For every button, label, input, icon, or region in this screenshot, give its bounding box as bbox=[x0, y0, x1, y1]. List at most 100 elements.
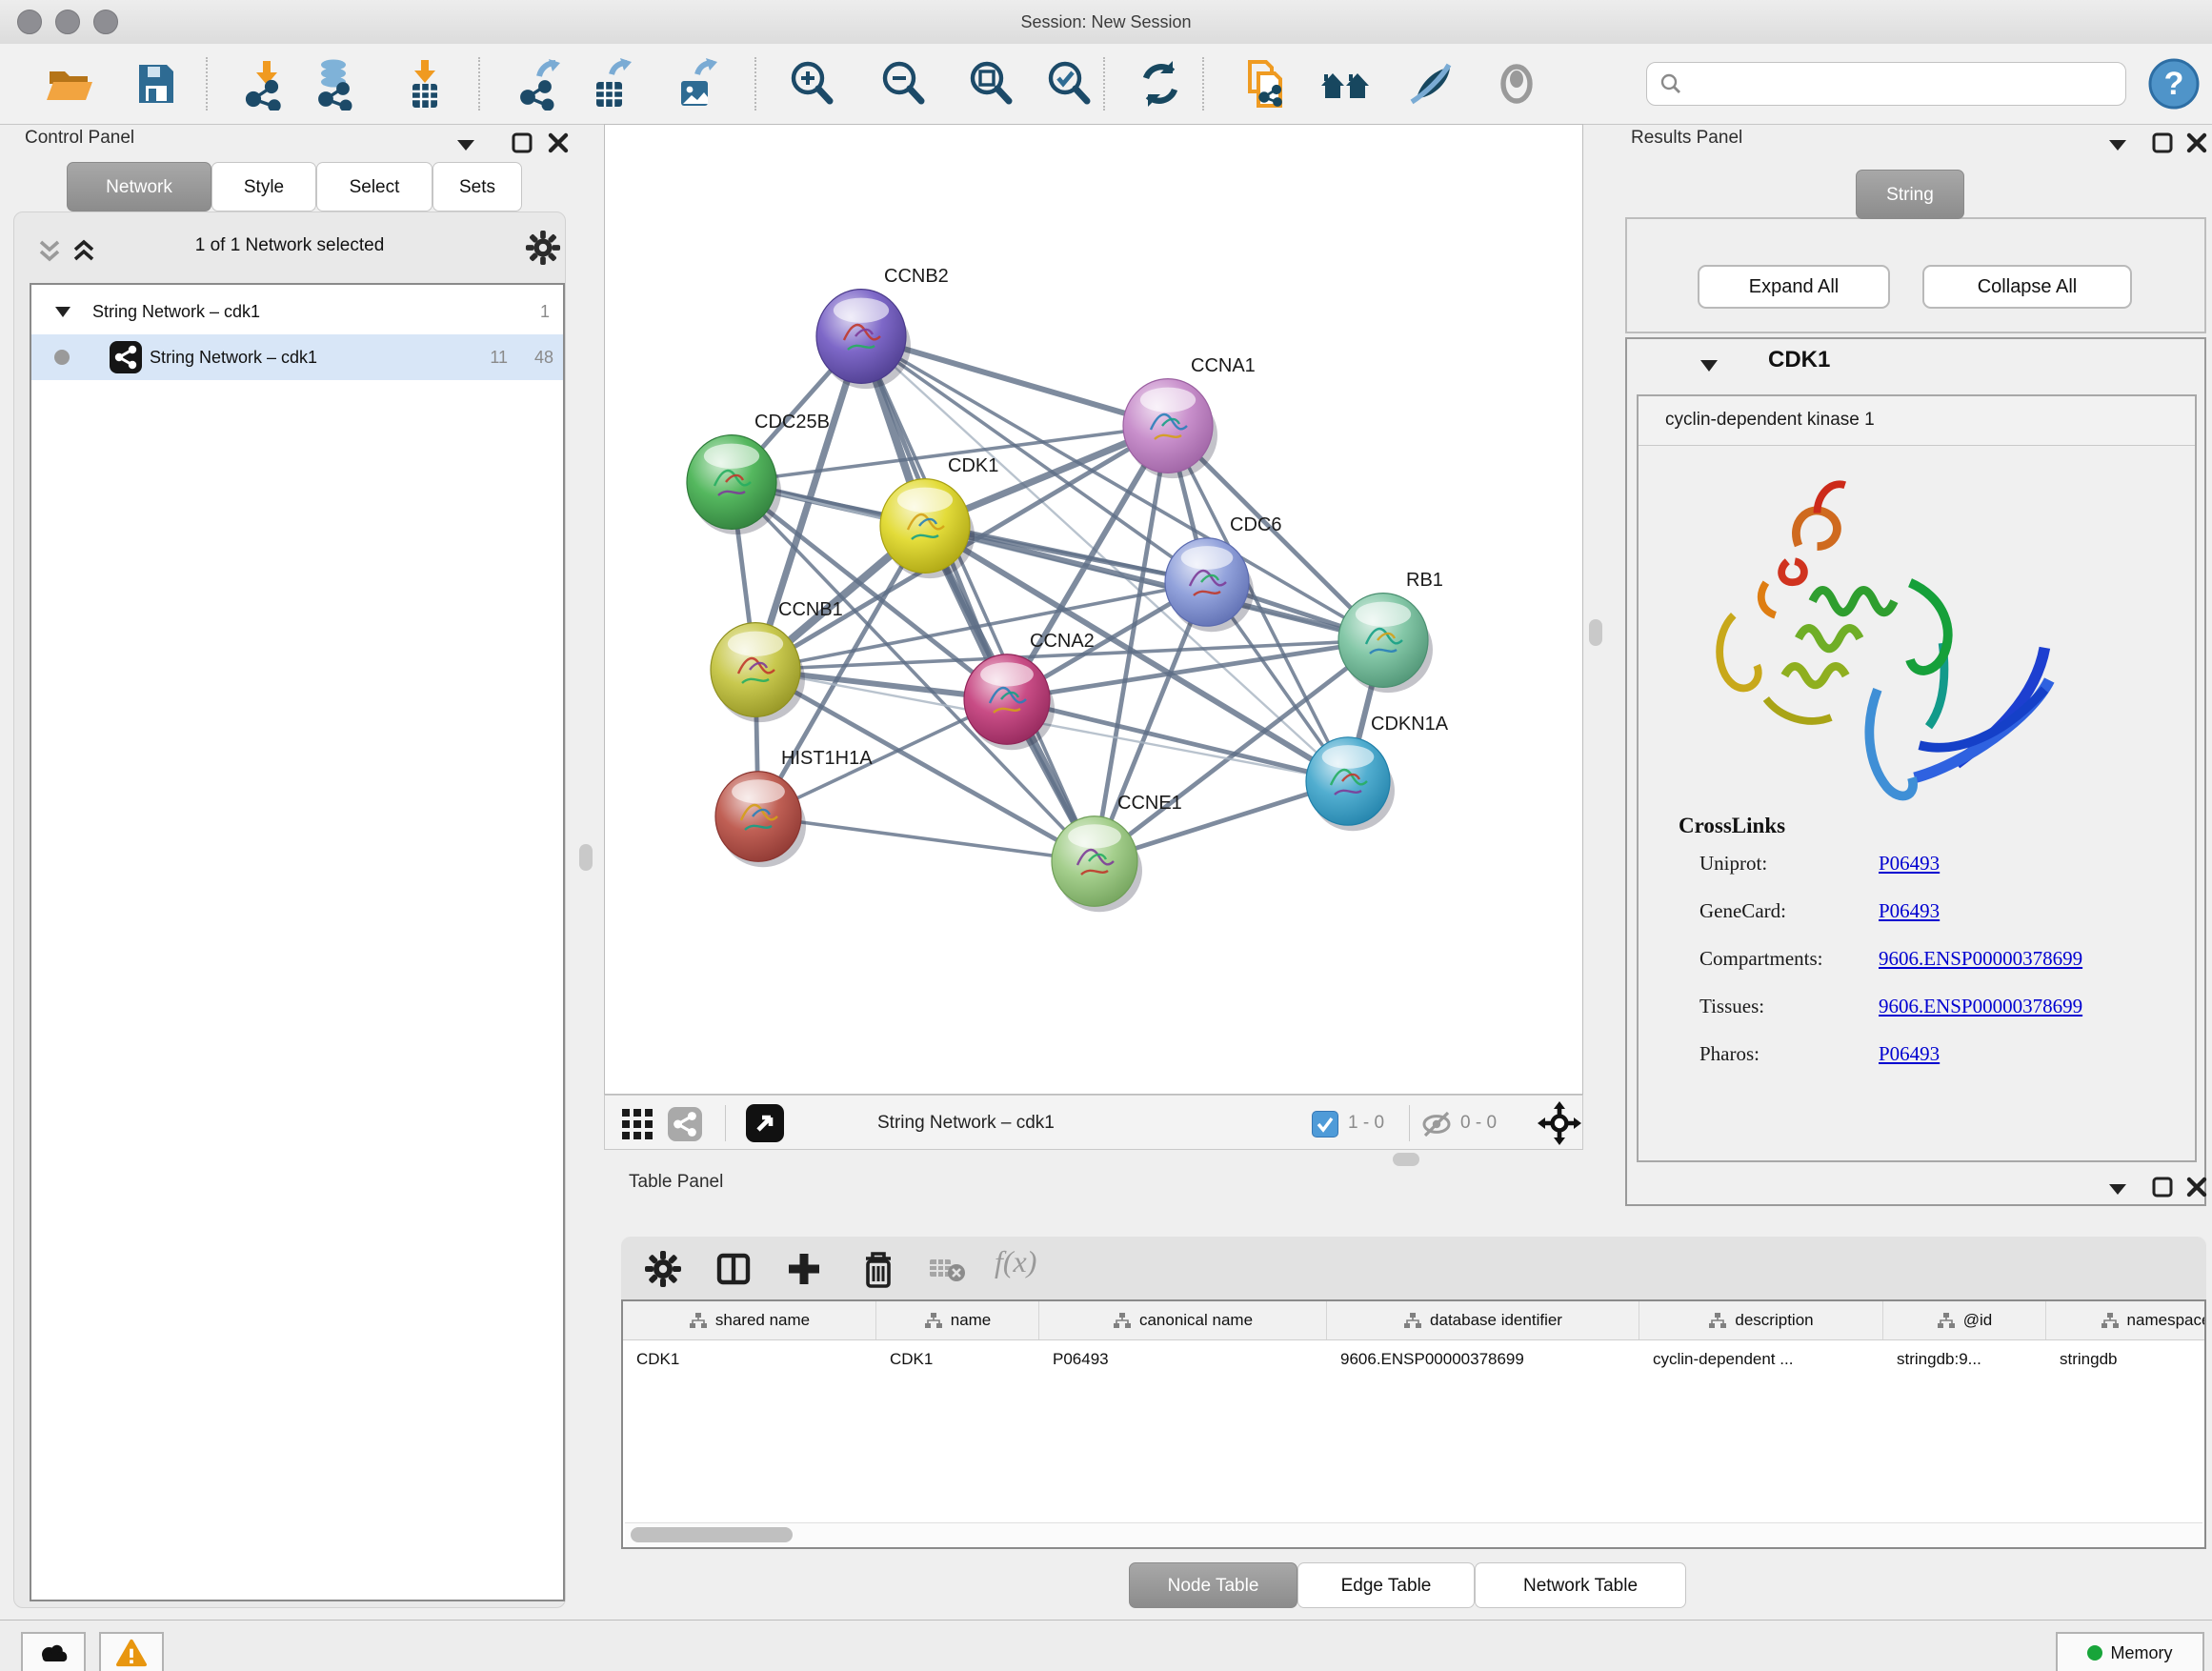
tab-edge-table[interactable]: Edge Table bbox=[1297, 1562, 1475, 1608]
panel-menu-icon[interactable] bbox=[455, 137, 476, 152]
column-header-database-identifier[interactable]: database identifier bbox=[1327, 1301, 1639, 1339]
table-cell[interactable]: CDK1 bbox=[623, 1339, 876, 1379]
import-network-icon[interactable] bbox=[236, 53, 297, 114]
table-cell[interactable]: CDK1 bbox=[876, 1339, 1039, 1379]
network-edge[interactable] bbox=[861, 336, 1095, 861]
crosslink-link[interactable]: 9606.ENSP00000378699 bbox=[1879, 995, 2082, 1018]
network-edge[interactable] bbox=[758, 816, 1095, 861]
export-network-icon[interactable] bbox=[511, 53, 572, 114]
help-icon[interactable]: ? bbox=[2145, 53, 2202, 114]
string-actions-box: Expand All Collapse All bbox=[1625, 217, 2206, 333]
home-networks-icon[interactable] bbox=[1315, 53, 1376, 114]
scrollbar-thumb[interactable] bbox=[631, 1527, 793, 1542]
crosslink-link[interactable]: P06493 bbox=[1879, 852, 1940, 876]
node-label-HIST1H1A: HIST1H1A bbox=[781, 748, 873, 769]
left-splitter-handle[interactable] bbox=[579, 844, 593, 871]
table-cell[interactable]: 9606.ENSP00000378699 bbox=[1327, 1339, 1639, 1379]
memory-button[interactable]: Memory bbox=[2056, 1632, 2204, 1671]
import-table-icon[interactable] bbox=[396, 53, 457, 114]
column-header-namespace[interactable]: namespace bbox=[2046, 1301, 2206, 1339]
node-description-row: cyclin-dependent kinase 1 bbox=[1639, 396, 2195, 446]
float-panel-icon[interactable] bbox=[2151, 131, 2174, 154]
table-cell[interactable]: cyclin-dependent ... bbox=[1639, 1339, 1883, 1379]
network-options-gear-icon[interactable] bbox=[525, 230, 561, 266]
network-collection-row[interactable]: String Network – cdk1 1 bbox=[31, 289, 563, 334]
network-node-RB1[interactable] bbox=[1338, 594, 1433, 693]
delete-column-trash-icon[interactable] bbox=[859, 1249, 897, 1289]
close-panel-icon[interactable] bbox=[2185, 131, 2208, 154]
open-session-icon[interactable] bbox=[38, 53, 99, 114]
close-panel-icon[interactable] bbox=[547, 131, 570, 154]
export-image-icon[interactable] bbox=[667, 53, 728, 114]
tab-string[interactable]: String bbox=[1856, 170, 1964, 219]
crosslink-link[interactable]: P06493 bbox=[1879, 1042, 1940, 1066]
show-eye-icon[interactable] bbox=[1486, 53, 1547, 114]
network-node-CDC6[interactable] bbox=[1165, 538, 1254, 632]
network-node-HIST1H1A[interactable] bbox=[715, 772, 806, 867]
crosslink-link[interactable]: P06493 bbox=[1879, 899, 1940, 923]
tab-network-table[interactable]: Network Table bbox=[1475, 1562, 1686, 1608]
horizontal-scrollbar[interactable] bbox=[625, 1522, 2202, 1546]
current-network-dot-icon bbox=[54, 350, 70, 365]
import-network-from-database-icon[interactable] bbox=[307, 53, 368, 114]
column-header--id[interactable]: @id bbox=[1883, 1301, 2046, 1339]
panel-menu-icon[interactable] bbox=[2107, 137, 2128, 152]
network-view-icon[interactable] bbox=[668, 1107, 702, 1141]
table-cell[interactable]: stringdb:9... bbox=[1883, 1339, 2046, 1379]
search-icon bbox=[1659, 71, 1683, 96]
grid-view-icon[interactable] bbox=[620, 1107, 654, 1141]
cloud-status-button[interactable] bbox=[21, 1632, 86, 1671]
close-panel-icon[interactable] bbox=[2185, 1176, 2208, 1198]
right-splitter-handle[interactable] bbox=[1589, 619, 1602, 646]
tab-select[interactable]: Select bbox=[316, 162, 432, 211]
show-columns-icon[interactable] bbox=[714, 1250, 753, 1288]
column-header-shared-name[interactable]: shared name bbox=[623, 1301, 876, 1339]
pan-crosshair-icon[interactable] bbox=[1537, 1100, 1582, 1146]
column-header-name[interactable]: name bbox=[876, 1301, 1039, 1339]
collection-count: 1 bbox=[540, 289, 550, 334]
table-options-gear-icon[interactable] bbox=[644, 1250, 682, 1288]
network-node-CCNA2[interactable] bbox=[964, 654, 1055, 750]
tab-network[interactable]: Network bbox=[67, 162, 211, 211]
network-node-CDKN1A[interactable] bbox=[1306, 737, 1395, 831]
tab-node-table[interactable]: Node Table bbox=[1129, 1562, 1297, 1608]
network-node-CDC25B[interactable] bbox=[687, 435, 781, 534]
column-header-canonical-name[interactable]: canonical name bbox=[1039, 1301, 1327, 1339]
tree-expand-icon[interactable] bbox=[54, 305, 71, 318]
float-panel-icon[interactable] bbox=[511, 131, 533, 154]
tab-sets[interactable]: Sets bbox=[432, 162, 522, 211]
zoom-selected-icon[interactable] bbox=[1038, 53, 1099, 114]
table-cell[interactable]: P06493 bbox=[1039, 1339, 1327, 1379]
search-input[interactable] bbox=[1683, 73, 2125, 94]
tab-style[interactable]: Style bbox=[211, 162, 316, 211]
title-bar: Session: New Session bbox=[0, 0, 2212, 45]
apply-layout-icon[interactable] bbox=[1130, 53, 1191, 114]
network-canvas[interactable]: CCNB2CCNA1CDC25BCDK1CDC6RB1CCNB1CCNA2CDK… bbox=[604, 124, 1583, 1095]
collapse-all-button[interactable]: Collapse All bbox=[1922, 265, 2132, 309]
clone-network-icon[interactable] bbox=[1235, 53, 1296, 114]
network-node-CDK1[interactable] bbox=[880, 479, 975, 578]
network-node-CCNE1[interactable] bbox=[1052, 816, 1142, 912]
create-column-plus-icon[interactable] bbox=[785, 1250, 823, 1288]
float-panel-icon[interactable] bbox=[2151, 1176, 2174, 1198]
node-section-body: cyclin-dependent kinase 1 bbox=[1637, 394, 2197, 1162]
export-table-icon[interactable] bbox=[581, 53, 642, 114]
warnings-button[interactable] bbox=[99, 1632, 164, 1671]
zoom-in-icon[interactable] bbox=[781, 53, 842, 114]
save-session-icon[interactable] bbox=[126, 53, 187, 114]
section-collapse-icon[interactable] bbox=[1699, 358, 1719, 372]
bottom-splitter-handle[interactable] bbox=[1393, 1153, 1419, 1166]
zoom-fit-icon[interactable] bbox=[960, 53, 1021, 114]
hide-panel-eye-icon[interactable] bbox=[1400, 53, 1461, 114]
column-header-description[interactable]: description bbox=[1639, 1301, 1883, 1339]
expand-all-button[interactable]: Expand All bbox=[1698, 265, 1890, 309]
panel-menu-icon[interactable] bbox=[2107, 1181, 2128, 1197]
table-cell[interactable]: stringdb bbox=[2046, 1339, 2206, 1379]
network-node-CCNA1[interactable] bbox=[1123, 379, 1217, 478]
table-row[interactable]: CDK1CDK1P064939606.ENSP00000378699cyclin… bbox=[623, 1339, 2206, 1379]
selected-indicator-checkbox[interactable] bbox=[1312, 1111, 1338, 1137]
network-row-selected[interactable]: String Network – cdk1 11 48 bbox=[31, 334, 563, 380]
zoom-out-icon[interactable] bbox=[873, 53, 934, 114]
crosslink-link[interactable]: 9606.ENSP00000378699 bbox=[1879, 947, 2082, 971]
birds-eye-view-icon[interactable] bbox=[746, 1104, 784, 1142]
